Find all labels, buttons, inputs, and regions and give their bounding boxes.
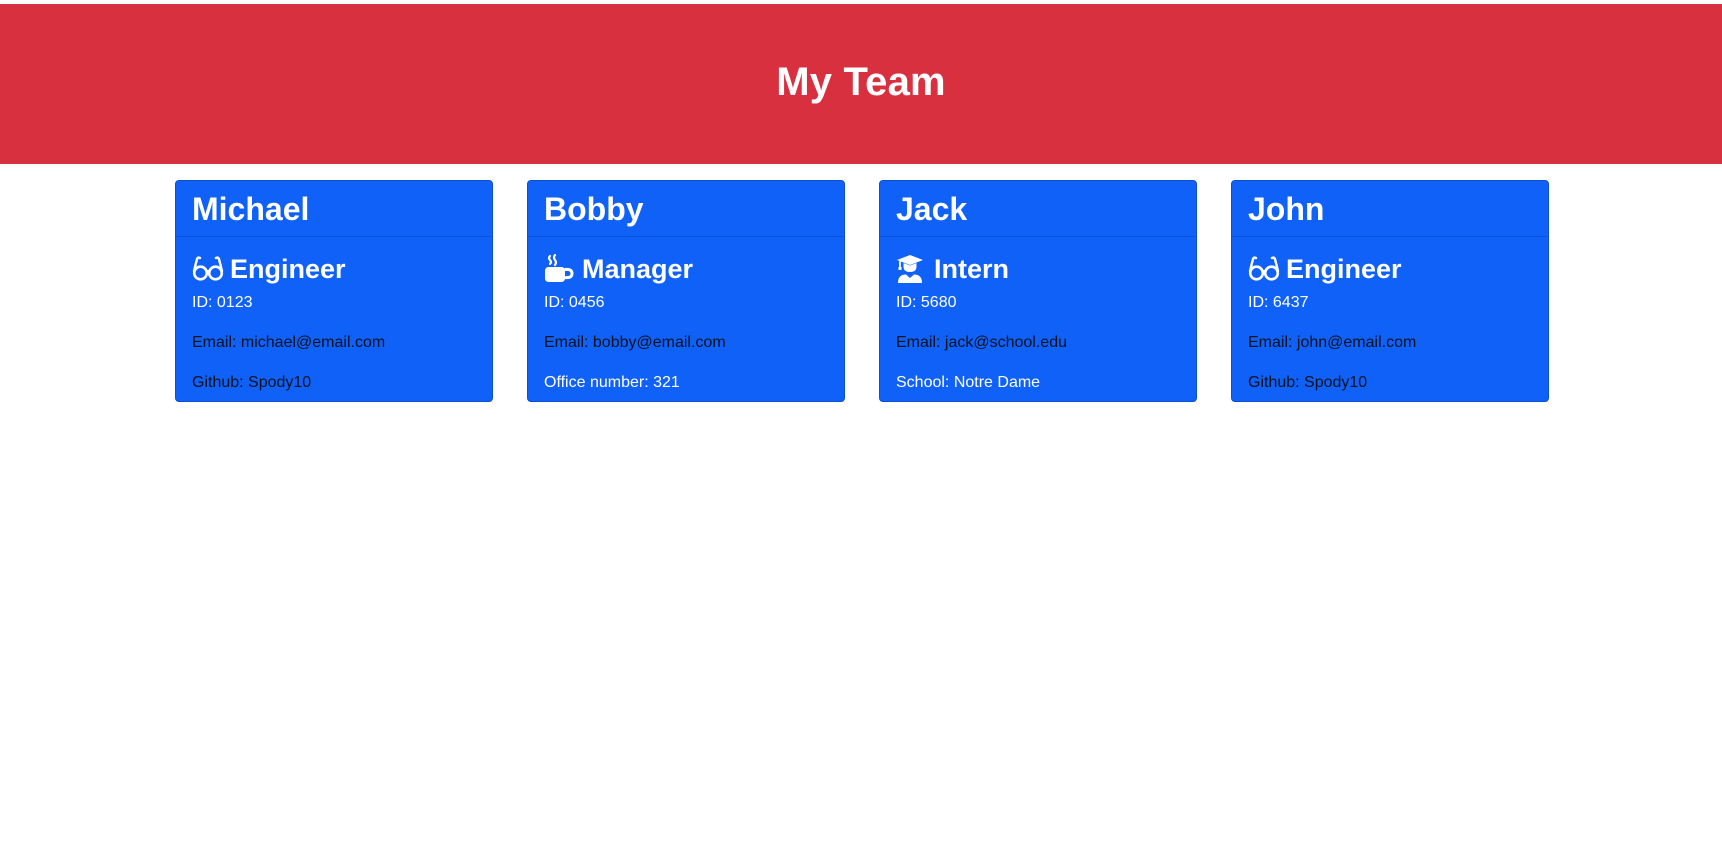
graduate-icon <box>896 254 928 284</box>
employee-info: ID: 0123 Email: michael@email.com Github… <box>192 293 476 393</box>
employee-id: ID: 0456 <box>544 294 605 311</box>
employee-info: ID: 0456 Email: bobby@email.com Office n… <box>544 293 828 393</box>
employee-name: John <box>1248 190 1325 227</box>
employee-card-bobby: Bobby Manager ID: 0456 Email: bobby@emai… <box>527 180 845 402</box>
card-header: Bobby <box>528 181 844 237</box>
page-title: My Team <box>776 59 946 104</box>
employee-github[interactable]: Github: Spody10 <box>1248 373 1532 393</box>
role-line: Intern <box>896 251 1180 287</box>
employee-email[interactable]: Email: jack@school.edu <box>896 333 1180 353</box>
employee-id: ID: 5680 <box>896 294 957 311</box>
employee-email[interactable]: Email: bobby@email.com <box>544 333 828 353</box>
team-cards: Michael Engineer ID: 0123 Email: michael <box>0 164 1722 404</box>
employee-email[interactable]: Email: john@email.com <box>1248 333 1532 353</box>
role-line: Manager <box>544 251 828 287</box>
employee-office-number: Office number: 321 <box>544 374 680 391</box>
team-banner: My Team <box>0 4 1722 164</box>
employee-id: ID: 6437 <box>1248 294 1309 311</box>
employee-role: Engineer <box>230 253 346 284</box>
employee-github[interactable]: Github: Spody10 <box>192 373 476 393</box>
employee-email[interactable]: Email: michael@email.com <box>192 333 476 353</box>
glasses-icon <box>1248 254 1280 284</box>
employee-card-michael: Michael Engineer ID: 0123 Email: michael <box>175 180 493 402</box>
employee-role: Manager <box>582 253 694 284</box>
coffee-icon <box>544 254 576 284</box>
card-body: Engineer ID: 0123 Email: michael@email.c… <box>176 237 492 393</box>
employee-name: Michael <box>192 190 310 227</box>
role-line: Engineer <box>1248 251 1532 287</box>
card-header: John <box>1232 181 1548 237</box>
card-body: Intern ID: 5680 Email: jack@school.edu S… <box>880 237 1196 393</box>
glasses-icon <box>192 254 224 284</box>
employee-card-jack: Jack Intern ID: 5680 Email: jack@school. <box>879 180 1197 402</box>
card-body: Manager ID: 0456 Email: bobby@email.com … <box>528 237 844 393</box>
employee-card-john: John Engineer ID: 6437 Email: john@email <box>1231 180 1549 402</box>
employee-info: ID: 6437 Email: john@email.com Github: S… <box>1248 293 1532 393</box>
employee-name: Jack <box>896 190 968 227</box>
employee-id: ID: 0123 <box>192 294 253 311</box>
employee-school: School: Notre Dame <box>896 374 1041 391</box>
employee-role: Engineer <box>1286 253 1402 284</box>
employee-name: Bobby <box>544 190 644 227</box>
employee-info: ID: 5680 Email: jack@school.edu School: … <box>896 293 1180 393</box>
card-body: Engineer ID: 6437 Email: john@email.com … <box>1232 237 1548 393</box>
card-header: Jack <box>880 181 1196 237</box>
employee-role: Intern <box>934 253 1010 284</box>
card-header: Michael <box>176 181 492 237</box>
role-line: Engineer <box>192 251 476 287</box>
